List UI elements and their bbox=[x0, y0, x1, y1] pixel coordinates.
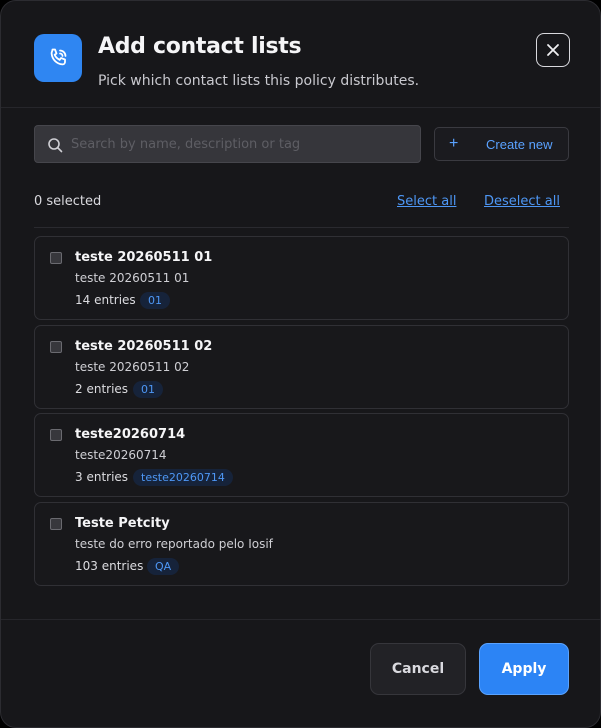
list-entries: 14 entries bbox=[75, 293, 136, 307]
close-icon bbox=[547, 44, 559, 56]
list-checkbox[interactable] bbox=[50, 518, 62, 530]
search-icon bbox=[48, 138, 63, 153]
dialog-header: Add contact lists Pick which contact lis… bbox=[1, 1, 600, 108]
select-all-link[interactable]: Select all bbox=[397, 194, 456, 209]
cancel-button[interactable]: Cancel bbox=[370, 643, 466, 695]
contact-list-item[interactable]: teste20260714 teste20260714 3 entries te… bbox=[34, 413, 569, 497]
deselect-all-link[interactable]: Deselect all bbox=[484, 194, 560, 209]
list-description: teste20260714 bbox=[75, 448, 167, 462]
search-input[interactable] bbox=[71, 126, 411, 162]
contact-list-item[interactable]: Teste Petcity teste do erro reportado pe… bbox=[34, 502, 569, 586]
selected-count: 0 selected bbox=[34, 194, 102, 209]
list-description: teste do erro reportado pelo Iosif bbox=[75, 537, 273, 551]
close-button[interactable] bbox=[536, 33, 570, 67]
list-name: teste20260714 bbox=[75, 427, 186, 442]
dialog-subtitle: Pick which contact lists this policy dis… bbox=[98, 73, 420, 89]
add-contact-lists-dialog: Add contact lists Pick which contact lis… bbox=[0, 0, 601, 728]
list-description: teste 20260511 01 bbox=[75, 271, 190, 285]
list-tag: teste20260714 bbox=[133, 469, 233, 486]
contact-list-item[interactable]: teste 20260511 01 teste 20260511 01 14 e… bbox=[34, 236, 569, 320]
list-entries: 3 entries bbox=[75, 470, 129, 484]
list-tag: QA bbox=[147, 558, 180, 575]
create-new-button[interactable]: + Create new bbox=[434, 127, 569, 161]
dialog-title: Add contact lists bbox=[98, 34, 302, 59]
list-name: Teste Petcity bbox=[75, 516, 170, 531]
search-box bbox=[34, 125, 421, 163]
list-entries: 2 entries bbox=[75, 382, 129, 396]
divider bbox=[34, 227, 569, 228]
create-new-label: Create new bbox=[486, 137, 553, 152]
list-tag: 01 bbox=[140, 292, 170, 309]
list-entries: 103 entries bbox=[75, 559, 144, 573]
footer-divider bbox=[1, 619, 600, 620]
list-name: teste 20260511 01 bbox=[75, 250, 213, 265]
plus-icon: + bbox=[449, 135, 459, 152]
list-checkbox[interactable] bbox=[50, 252, 62, 264]
phone-call-icon bbox=[34, 34, 82, 82]
list-checkbox[interactable] bbox=[50, 341, 62, 353]
list-tag: 01 bbox=[133, 381, 163, 398]
list-name: teste 20260511 02 bbox=[75, 339, 213, 354]
list-description: teste 20260511 02 bbox=[75, 360, 190, 374]
apply-button[interactable]: Apply bbox=[479, 643, 569, 695]
contact-list-item[interactable]: teste 20260511 02 teste 20260511 02 2 en… bbox=[34, 325, 569, 409]
list-checkbox[interactable] bbox=[50, 429, 62, 441]
